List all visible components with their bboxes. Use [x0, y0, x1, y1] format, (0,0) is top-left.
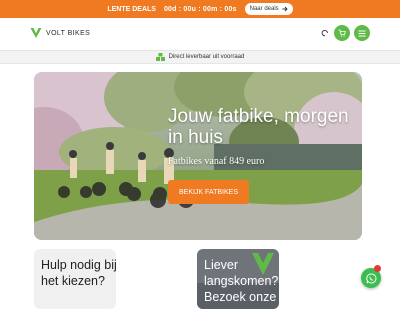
notification-dot — [374, 265, 381, 272]
visit-card[interactable]: Liever langskomen? Bezoek onze — [197, 249, 279, 309]
arrow-right-icon — [282, 6, 288, 12]
promo-countdown: 00d : 00u : 00m : 00s — [163, 5, 237, 13]
help-card-text: Hulp nodig bij het kiezen? — [41, 258, 116, 288]
deals-button-label: Naar deals — [249, 6, 279, 12]
account-button[interactable] — [320, 25, 330, 41]
cart-icon — [338, 29, 346, 37]
brand-name: VOLT BIKES — [46, 29, 91, 37]
promo-label: LENTE DEALS — [107, 5, 156, 13]
user-icon — [321, 29, 328, 36]
view-fatbikes-button[interactable]: BEKIJK FATBIKES — [168, 180, 249, 204]
menu-button[interactable] — [354, 25, 370, 41]
cart-button[interactable] — [334, 25, 350, 41]
hero-subtitle: Fatbikes vanaf 849 euro — [168, 156, 265, 167]
brand-logo-icon — [30, 28, 42, 38]
visit-card-text: Liever langskomen? Bezoek onze — [204, 258, 279, 304]
hero-banner: Jouw fatbike, morgen in huis Fatbikes va… — [34, 72, 362, 240]
site-header: VOLT BIKES — [0, 18, 400, 50]
hero-title: Jouw fatbike, morgen in huis — [168, 106, 349, 148]
deals-button[interactable]: Naar deals — [244, 3, 293, 15]
header-actions — [320, 25, 370, 41]
brand-logo[interactable]: VOLT BIKES — [30, 27, 90, 39]
box-icon — [155, 53, 165, 61]
usp-text: Direct leverbaar uit voorraad — [168, 54, 245, 60]
whatsapp-icon — [365, 273, 376, 283]
help-card[interactable]: Hulp nodig bij het kiezen? — [34, 249, 116, 309]
menu-icon — [358, 30, 366, 36]
promo-bar: LENTE DEALS 00d : 00u : 00m : 00s Naar d… — [0, 0, 400, 18]
usp-bar: Direct leverbaar uit voorraad — [0, 50, 400, 64]
